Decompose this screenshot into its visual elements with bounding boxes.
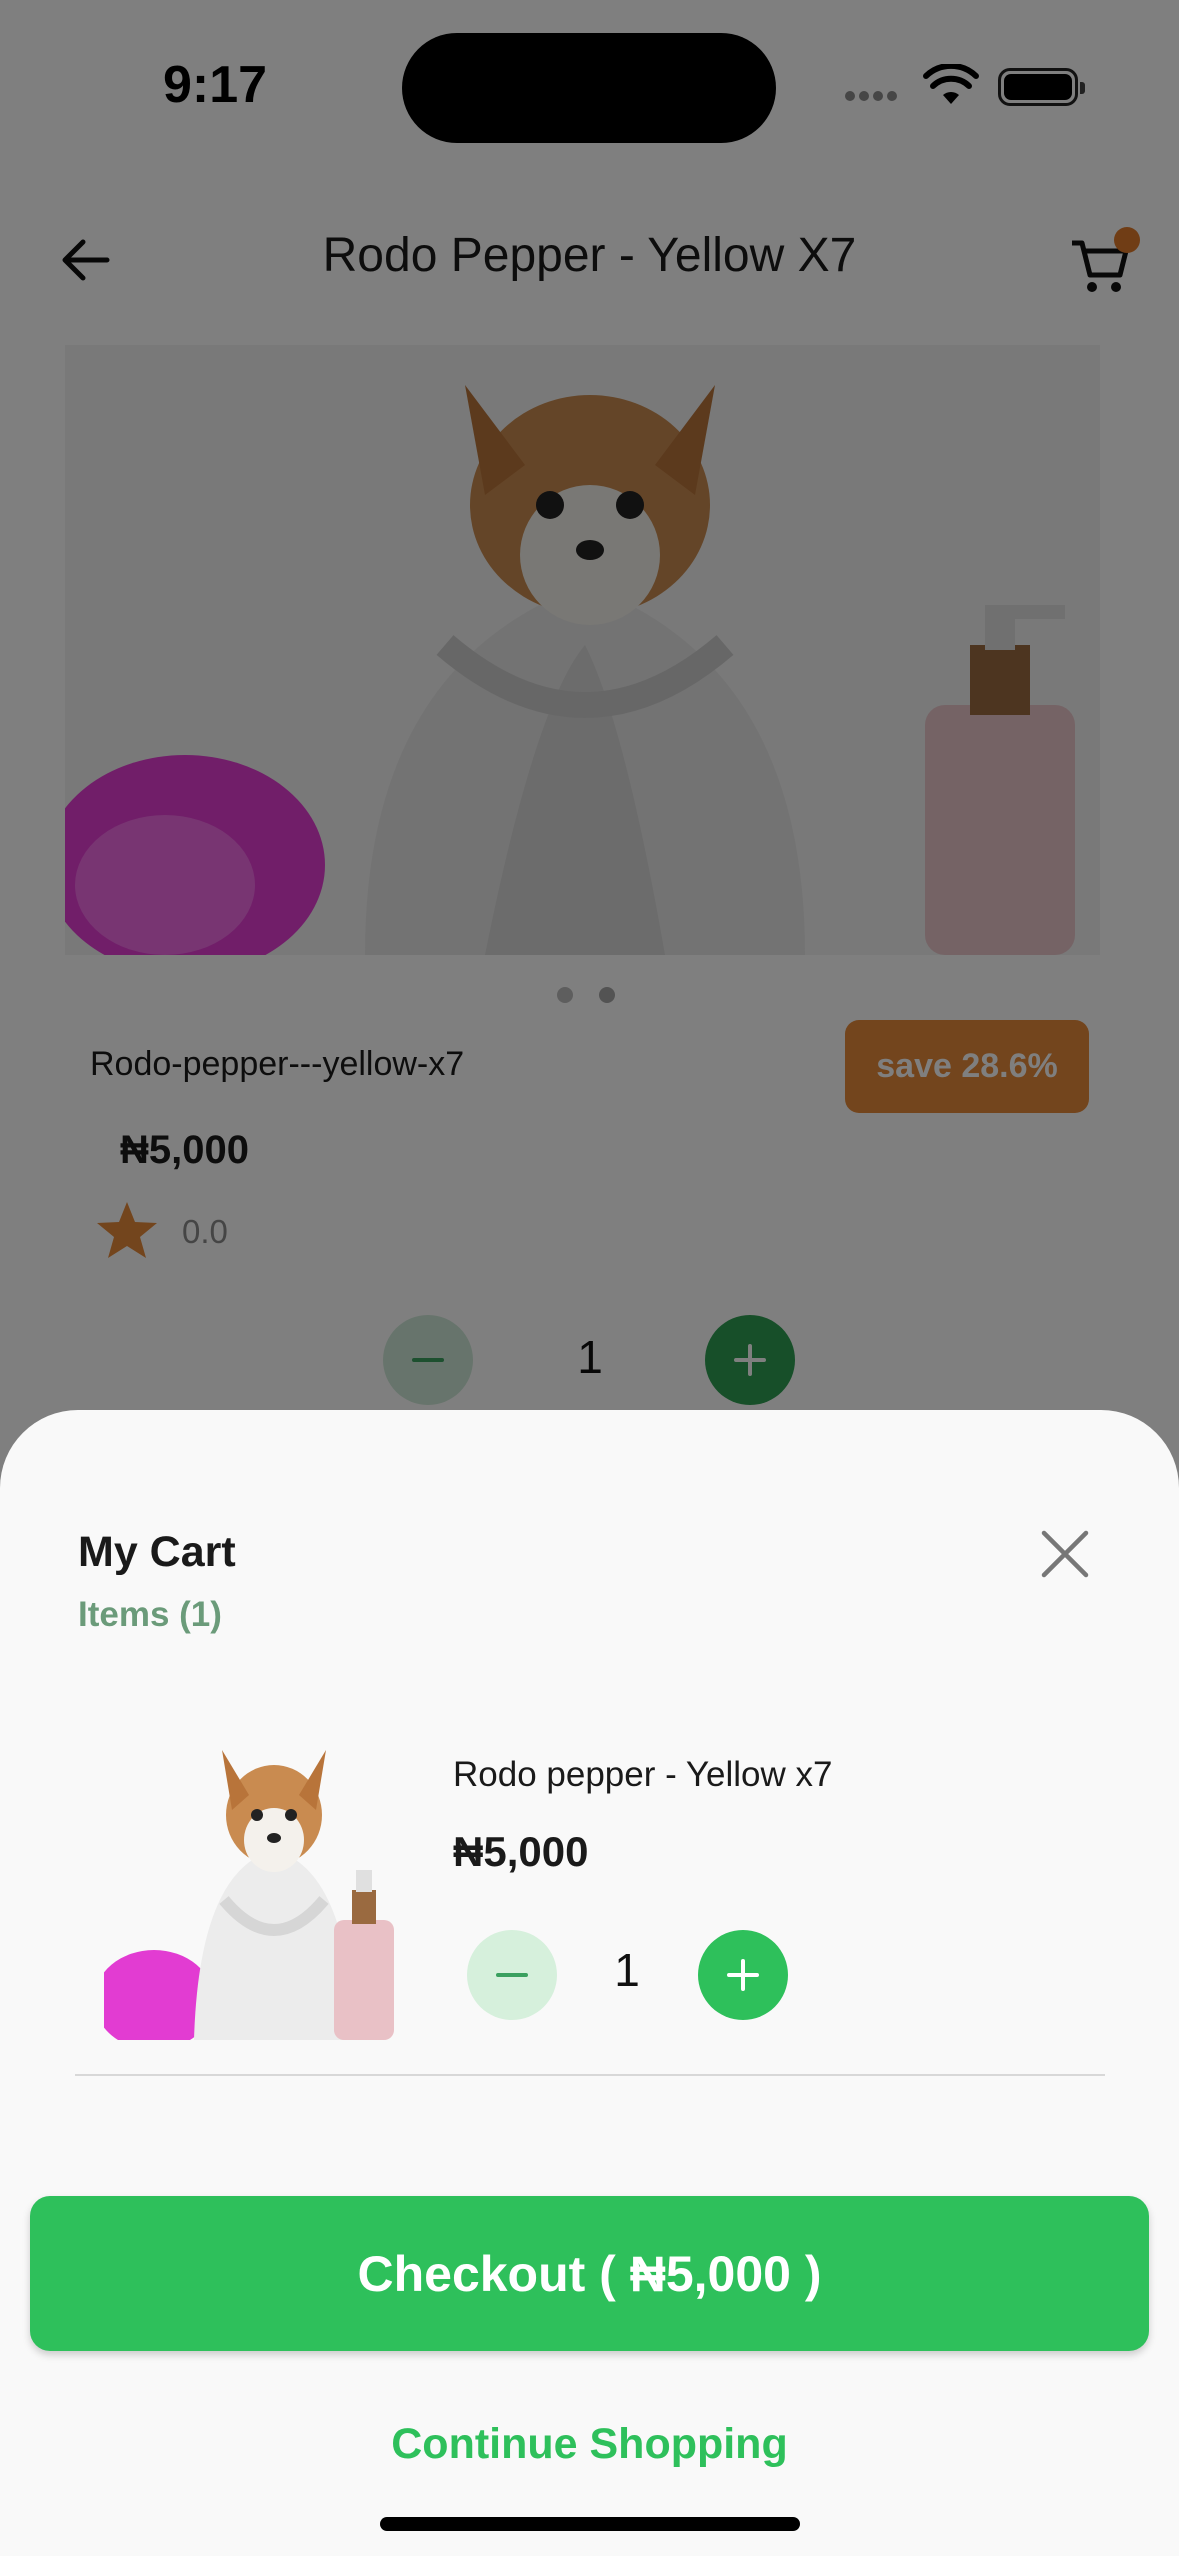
cart-item-quantity: 1	[614, 1944, 640, 1996]
home-indicator	[380, 2517, 800, 2531]
minus-icon	[496, 1973, 528, 1977]
cart-bottom-sheet: My Cart Items (1) Rodo pepper - Yellow x…	[0, 1410, 1179, 2556]
cart-item-name: Rodo pepper - Yellow x7	[453, 1755, 833, 1794]
close-icon[interactable]	[1036, 1525, 1094, 1583]
plus-icon	[727, 1959, 759, 1991]
cart-item-decrease-button[interactable]	[467, 1930, 557, 2020]
cart-item-price: ₦5,000	[453, 1828, 589, 1875]
divider	[75, 2074, 1105, 2076]
dog-thumbnail-image	[104, 1740, 402, 2040]
cart-items-count: Items (1)	[78, 1595, 222, 1634]
screen: 9:17 Rodo Pepper - Yellow X7	[0, 0, 1179, 2556]
continue-shopping-link[interactable]: Continue Shopping	[0, 2420, 1179, 2469]
cart-item-increase-button[interactable]	[698, 1930, 788, 2020]
cart-title: My Cart	[78, 1528, 236, 1576]
checkout-button[interactable]: Checkout ( ₦5,000 )	[30, 2196, 1149, 2351]
cart-item-image	[104, 1740, 402, 2040]
